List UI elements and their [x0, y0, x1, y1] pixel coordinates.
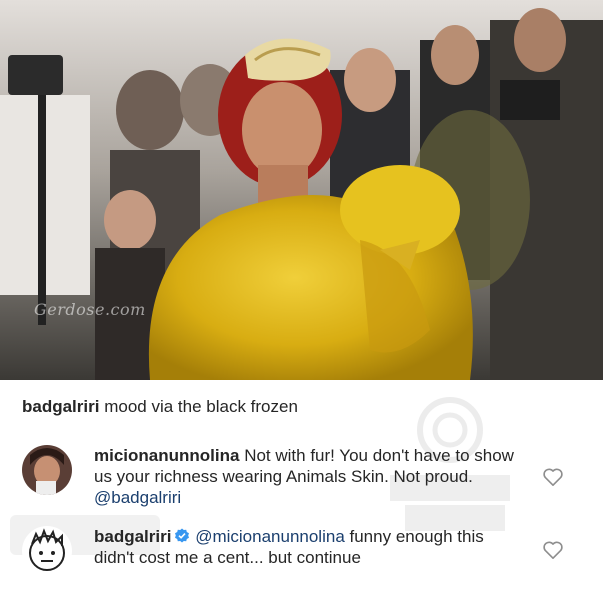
caption-text: mood via the black frozen: [104, 397, 298, 416]
commenter-avatar[interactable]: [22, 445, 72, 495]
comment-body: badgalriri @micionanunnolina funny enoug…: [94, 526, 514, 568]
comment-username[interactable]: badgalriri: [94, 527, 171, 546]
photo-illustration: [0, 0, 603, 380]
comment-body: micionanunnolina Not with fur! You don't…: [94, 445, 514, 508]
avatar-photo: [22, 445, 72, 495]
comment-username[interactable]: micionanunnolina: [94, 446, 239, 465]
photo-watermark: Gerdose.com: [34, 300, 146, 319]
heart-icon[interactable]: [542, 467, 564, 487]
caption-username[interactable]: badgalriri: [22, 397, 99, 416]
comment-mention[interactable]: @micionanunnolina: [195, 527, 345, 546]
cartoon-avatar-icon: [29, 528, 65, 571]
comment-item: micionanunnolina Not with fur! You don't…: [22, 445, 582, 515]
comment-mention[interactable]: @badgalriri: [94, 488, 181, 507]
verified-badge-icon: [175, 528, 190, 543]
commenter-avatar[interactable]: [22, 526, 72, 576]
post-photo[interactable]: Gerdose.com: [0, 0, 603, 380]
post-caption: badgalriri mood via the black frozen: [22, 396, 298, 418]
comment-item: badgalriri @micionanunnolina funny enoug…: [22, 526, 582, 592]
heart-icon[interactable]: [542, 540, 564, 560]
